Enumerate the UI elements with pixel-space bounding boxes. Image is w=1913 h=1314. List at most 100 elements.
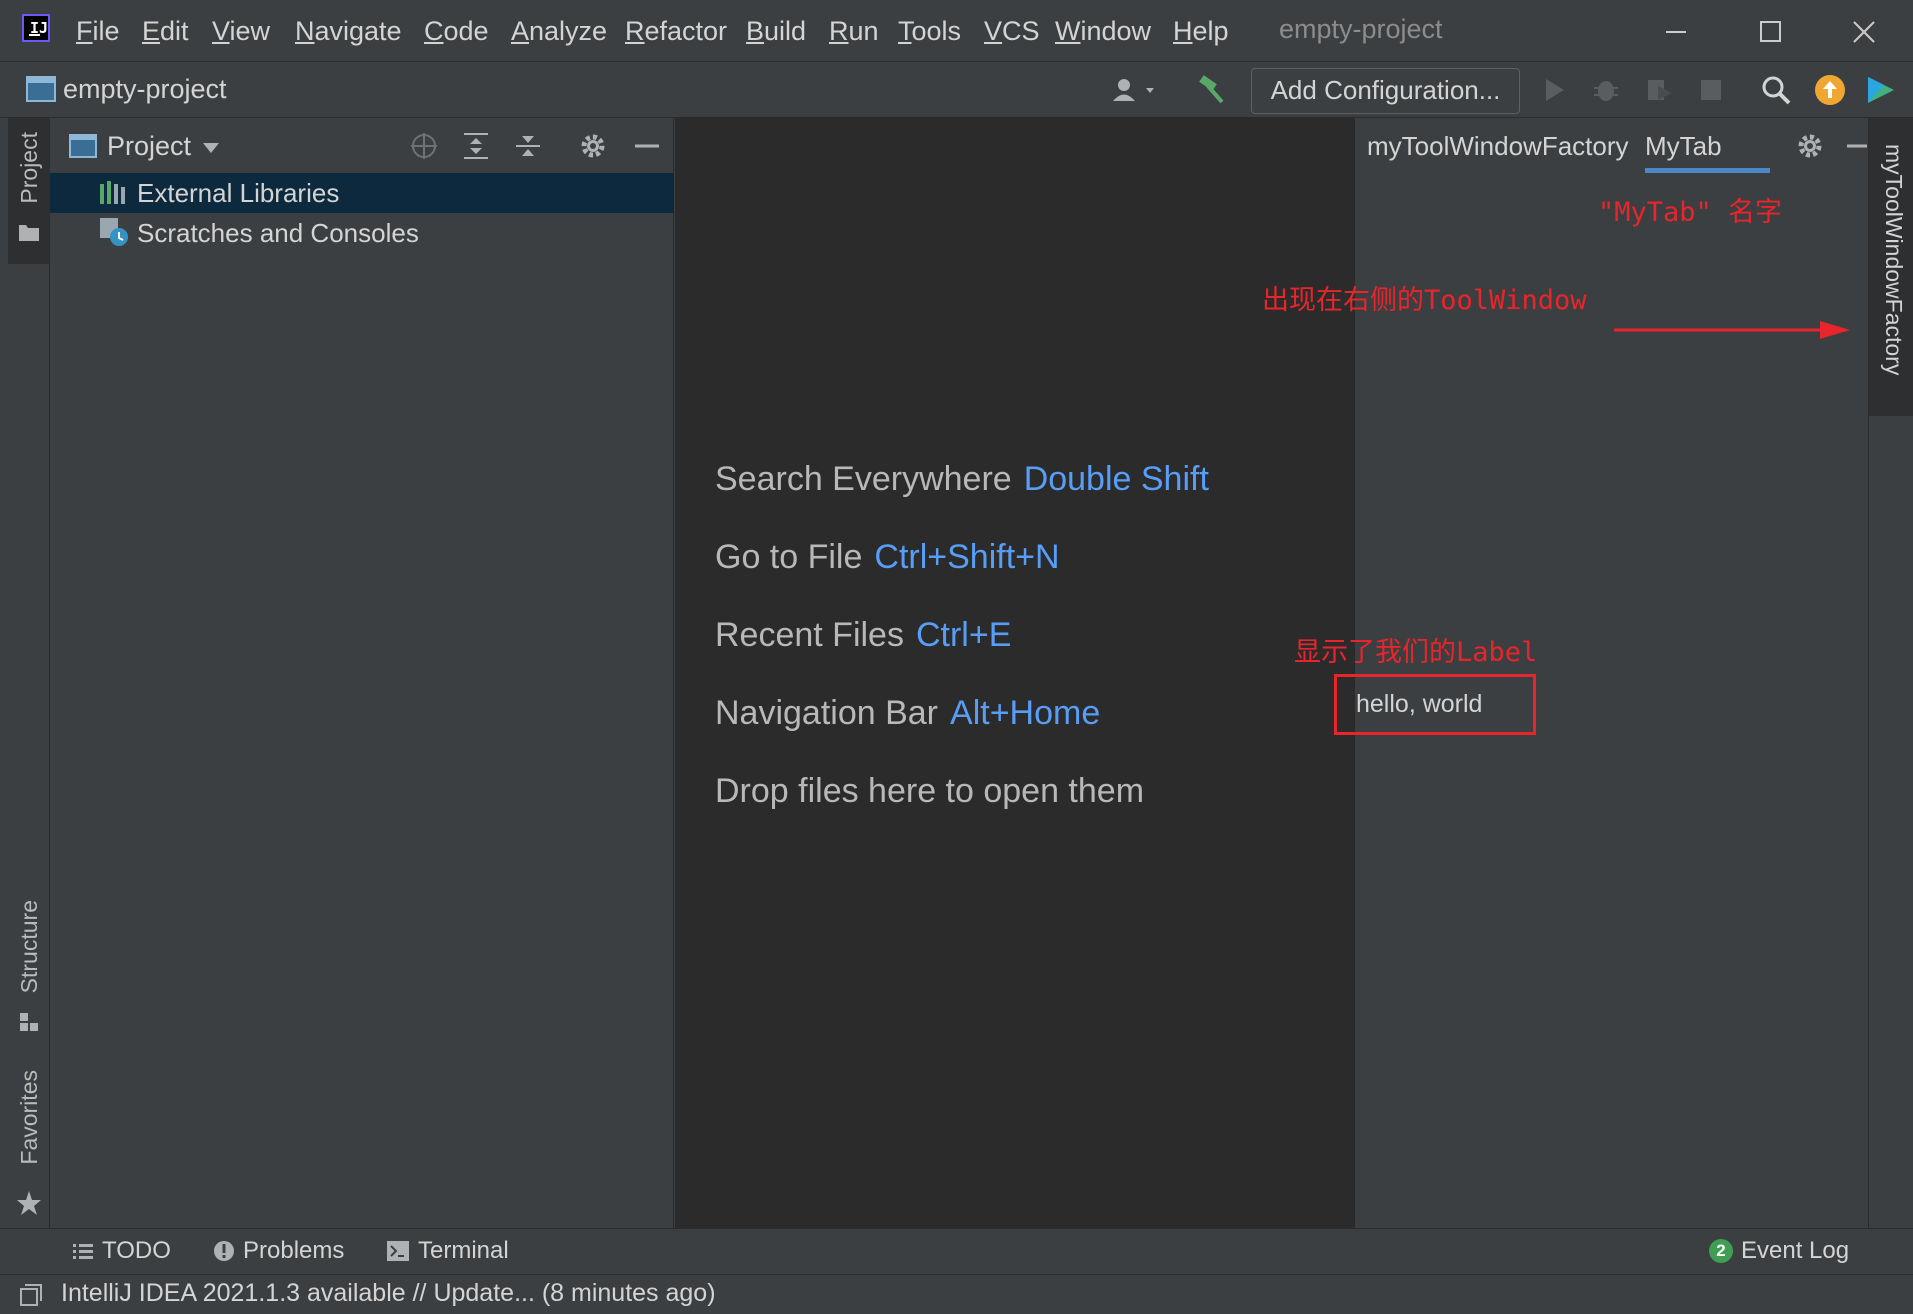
collapse-all-icon[interactable] (513, 131, 543, 161)
drop-files-hint: Drop files here to open them (715, 772, 1145, 810)
project-stripe-label: Project (16, 132, 42, 204)
minimize-icon[interactable] (1656, 12, 1696, 52)
project-view-icon (69, 134, 97, 158)
project-tool-window: Project External Libraries Scratches and… (50, 118, 674, 1228)
add-configuration-button[interactable]: Add Configuration... (1251, 68, 1520, 114)
toggle-tool-windows-icon[interactable] (19, 1283, 43, 1307)
annotation-highlight-box (1334, 674, 1536, 735)
menu-help[interactable]: Help (1173, 16, 1229, 47)
menu-view[interactable]: View (212, 16, 270, 47)
structure-stripe-label: Structure (16, 900, 42, 994)
hint-shortcut: Ctrl+E (915, 616, 1012, 654)
editor-empty-area[interactable]: Search Everywhere Double Shift Go to File… (675, 118, 1355, 1228)
hint-label: Navigation Bar (715, 694, 939, 732)
locate-icon[interactable] (409, 131, 439, 161)
annotation-arrow (1612, 318, 1852, 342)
annotation-label-shown: 显示了我们的Label (1294, 637, 1538, 668)
window-title: empty-project (1279, 14, 1443, 44)
project-panel-header: Project (50, 118, 674, 174)
title-bar: IJ File Edit View Navigate Code Analyze … (0, 0, 1913, 62)
problems-tool-button[interactable]: Problems (213, 1237, 344, 1265)
code-with-me-icon[interactable] (1864, 73, 1898, 107)
hide-panel-icon[interactable] (632, 131, 662, 161)
close-icon[interactable] (1844, 12, 1884, 52)
chevron-down-icon[interactable] (202, 142, 220, 154)
right-tool-stripe: myToolWindowFactory (1868, 118, 1913, 1228)
run-icon[interactable] (1540, 76, 1568, 104)
menu-build[interactable]: Build (746, 16, 806, 47)
navigation-bar: empty-project Add Configuration... (0, 62, 1913, 118)
menu-vcs[interactable]: VCS (984, 16, 1040, 47)
update-icon[interactable] (1813, 73, 1847, 107)
structure-icon (19, 1012, 39, 1032)
coverage-icon[interactable] (1644, 76, 1674, 104)
terminal-icon (386, 1240, 410, 1262)
tab-mytoolwindowfactory[interactable]: myToolWindowFactory (1367, 118, 1629, 174)
hint-shortcut: Double Shift (1023, 460, 1209, 498)
expand-all-icon[interactable] (461, 131, 491, 161)
project-view-title[interactable]: Project (107, 131, 191, 162)
menu-tools[interactable]: Tools (898, 16, 961, 47)
todo-tool-button[interactable]: TODO (72, 1237, 171, 1265)
bottom-tool-bar: TODO Problems Terminal 2 Event Log (0, 1228, 1913, 1274)
left-tool-stripe: Project Structure Favorites (8, 118, 50, 1228)
problems-label: Problems (243, 1237, 345, 1264)
annotation-tab-name: "MyTab" 名字 (1598, 197, 1783, 228)
intellij-logo-icon: IJ (22, 14, 50, 42)
menu-file[interactable]: File (76, 16, 120, 47)
vcs-user-icon[interactable] (1110, 76, 1164, 104)
project-stripe-button[interactable]: Project (8, 118, 50, 264)
hint-shortcut: Ctrl+Shift+N (874, 538, 1060, 576)
hint-go-to-file: Go to File Ctrl+Shift+N (715, 538, 1060, 577)
hide-panel-icon[interactable] (1845, 131, 1867, 161)
terminal-label: Terminal (418, 1237, 509, 1264)
debug-icon[interactable] (1592, 76, 1620, 104)
tab-mytab[interactable]: MyTab (1645, 118, 1722, 174)
menu-navigate[interactable]: Navigate (295, 16, 402, 47)
folder-icon (18, 222, 40, 242)
search-icon[interactable] (1760, 74, 1792, 106)
breadcrumb-project[interactable]: empty-project (63, 74, 227, 105)
hint-shortcut: Alt+Home (950, 694, 1101, 732)
status-message[interactable]: IntelliJ IDEA 2021.1.3 available // Upda… (61, 1279, 716, 1308)
hint-label: Recent Files (715, 616, 904, 654)
hint-label: Search Everywhere (715, 460, 1012, 498)
menu-code[interactable]: Code (424, 16, 489, 47)
terminal-tool-button[interactable]: Terminal (386, 1237, 509, 1265)
menu-run[interactable]: Run (829, 16, 879, 47)
hint-recent-files: Recent Files Ctrl+E (715, 616, 1011, 655)
event-log-badge: 2 (1709, 1239, 1733, 1263)
tree-item-scratches-and-consoles[interactable]: Scratches and Consoles (50, 213, 674, 253)
menu-analyze[interactable]: Analyze (511, 16, 607, 47)
annotation-right-toolwindow: 出现在右侧的ToolWindow (1262, 285, 1587, 316)
library-icon (99, 180, 129, 206)
event-log-tool-button[interactable]: 2 Event Log (1709, 1237, 1849, 1265)
event-log-label: Event Log (1741, 1237, 1850, 1264)
tree-item-label: External Libraries (137, 178, 340, 208)
build-hammer-icon[interactable] (1196, 74, 1228, 106)
stripe-label: myToolWindowFactory (1881, 144, 1907, 376)
active-tab-underline (1645, 168, 1770, 173)
menu-window[interactable]: Window (1055, 16, 1151, 47)
gear-icon[interactable] (1795, 131, 1825, 161)
menu-refactor[interactable]: Refactor (625, 16, 727, 47)
tree-item-external-libraries[interactable]: External Libraries (50, 173, 674, 213)
project-folder-icon (26, 76, 56, 102)
favorites-stripe-button[interactable]: Favorites (8, 1070, 50, 1230)
star-icon (16, 1190, 42, 1216)
tree-item-label: Scratches and Consoles (137, 218, 419, 248)
menu-edit[interactable]: Edit (142, 16, 189, 47)
hint-navigation-bar: Navigation Bar Alt+Home (715, 694, 1100, 733)
status-bar: IntelliJ IDEA 2021.1.3 available // Upda… (0, 1274, 1913, 1314)
mytoolwindowfactory-stripe-button[interactable]: myToolWindowFactory (1869, 118, 1913, 416)
hint-search-everywhere: Search Everywhere Double Shift (715, 460, 1209, 499)
scratches-icon (99, 217, 131, 249)
hint-label: Go to File (715, 538, 863, 576)
gear-icon[interactable] (578, 131, 608, 161)
tool-window-header: myToolWindowFactory MyTab (1355, 118, 1868, 174)
warning-circle-icon (213, 1240, 235, 1262)
list-icon (72, 1241, 94, 1261)
structure-stripe-button[interactable]: Structure (8, 900, 50, 1050)
stop-icon[interactable] (1698, 77, 1724, 103)
maximize-icon[interactable] (1750, 12, 1790, 52)
